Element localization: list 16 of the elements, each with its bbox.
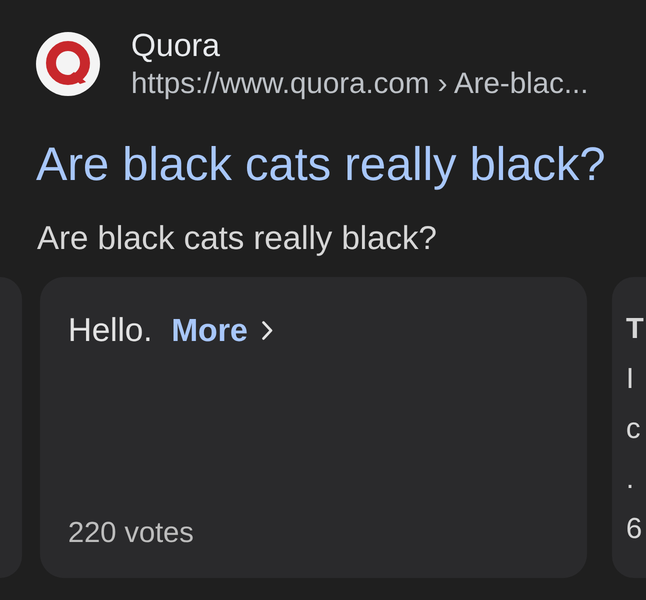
answer-card[interactable]: Hello. More 220 votes: [40, 277, 587, 578]
site-url: https://www.quora.com › Are-blac...: [131, 67, 588, 101]
result-snippet: Are black cats really black?: [37, 218, 437, 258]
answer-title: T: [626, 313, 644, 345]
site-name: Quora: [131, 26, 220, 64]
chevron-right-icon: [262, 320, 273, 340]
quora-logo-icon: [36, 32, 100, 96]
answer-text: c: [626, 413, 640, 445]
more-link[interactable]: More: [171, 310, 273, 350]
answer-text: I: [626, 363, 634, 395]
vote-count: 6: [626, 513, 642, 545]
result-title-link[interactable]: Are black cats really black?: [36, 137, 606, 191]
vote-count: 220 votes: [68, 516, 194, 551]
answer-card[interactable]: T I c . 6: [612, 277, 646, 578]
answer-text: Hello.: [68, 310, 152, 350]
answer-text: .: [626, 463, 634, 495]
